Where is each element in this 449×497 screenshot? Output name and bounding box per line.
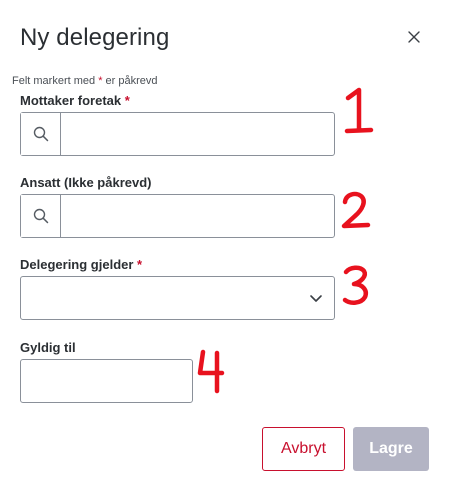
- valid-until-field: [20, 359, 193, 403]
- company-search-field: [20, 112, 335, 156]
- employee-search-input[interactable]: [61, 195, 334, 237]
- annotation-number-2: [341, 191, 371, 229]
- required-note: Felt markert med * er påkrevd: [12, 75, 158, 87]
- employee-search-field: [20, 194, 335, 238]
- annotation-number-1: [344, 87, 374, 134]
- search-icon: [33, 126, 48, 142]
- company-search-addon[interactable]: [21, 113, 61, 155]
- search-icon: [33, 208, 48, 224]
- delegation-select[interactable]: [20, 276, 335, 320]
- company-search-input[interactable]: [61, 113, 334, 155]
- close-icon: [408, 31, 420, 43]
- employee-label: Ansatt (Ikke påkrevd): [20, 175, 152, 190]
- save-button[interactable]: Lagre: [353, 427, 429, 471]
- new-delegation-dialog: Ny delegering Felt markert med * er påkr…: [0, 0, 449, 497]
- valid-until-label: Gyldig til: [20, 340, 76, 355]
- annotation-number-4: [197, 349, 225, 394]
- delegation-label: Delegering gjelder *: [20, 257, 143, 272]
- close-button[interactable]: [403, 26, 425, 48]
- annotation-number-3: [342, 265, 368, 305]
- valid-until-input[interactable]: [21, 360, 192, 402]
- company-label: Mottaker foretak *: [20, 93, 130, 108]
- dialog-title: Ny delegering: [20, 24, 170, 51]
- cancel-button[interactable]: Avbryt: [262, 427, 345, 471]
- chevron-down-icon: [298, 293, 334, 303]
- employee-search-addon[interactable]: [21, 195, 61, 237]
